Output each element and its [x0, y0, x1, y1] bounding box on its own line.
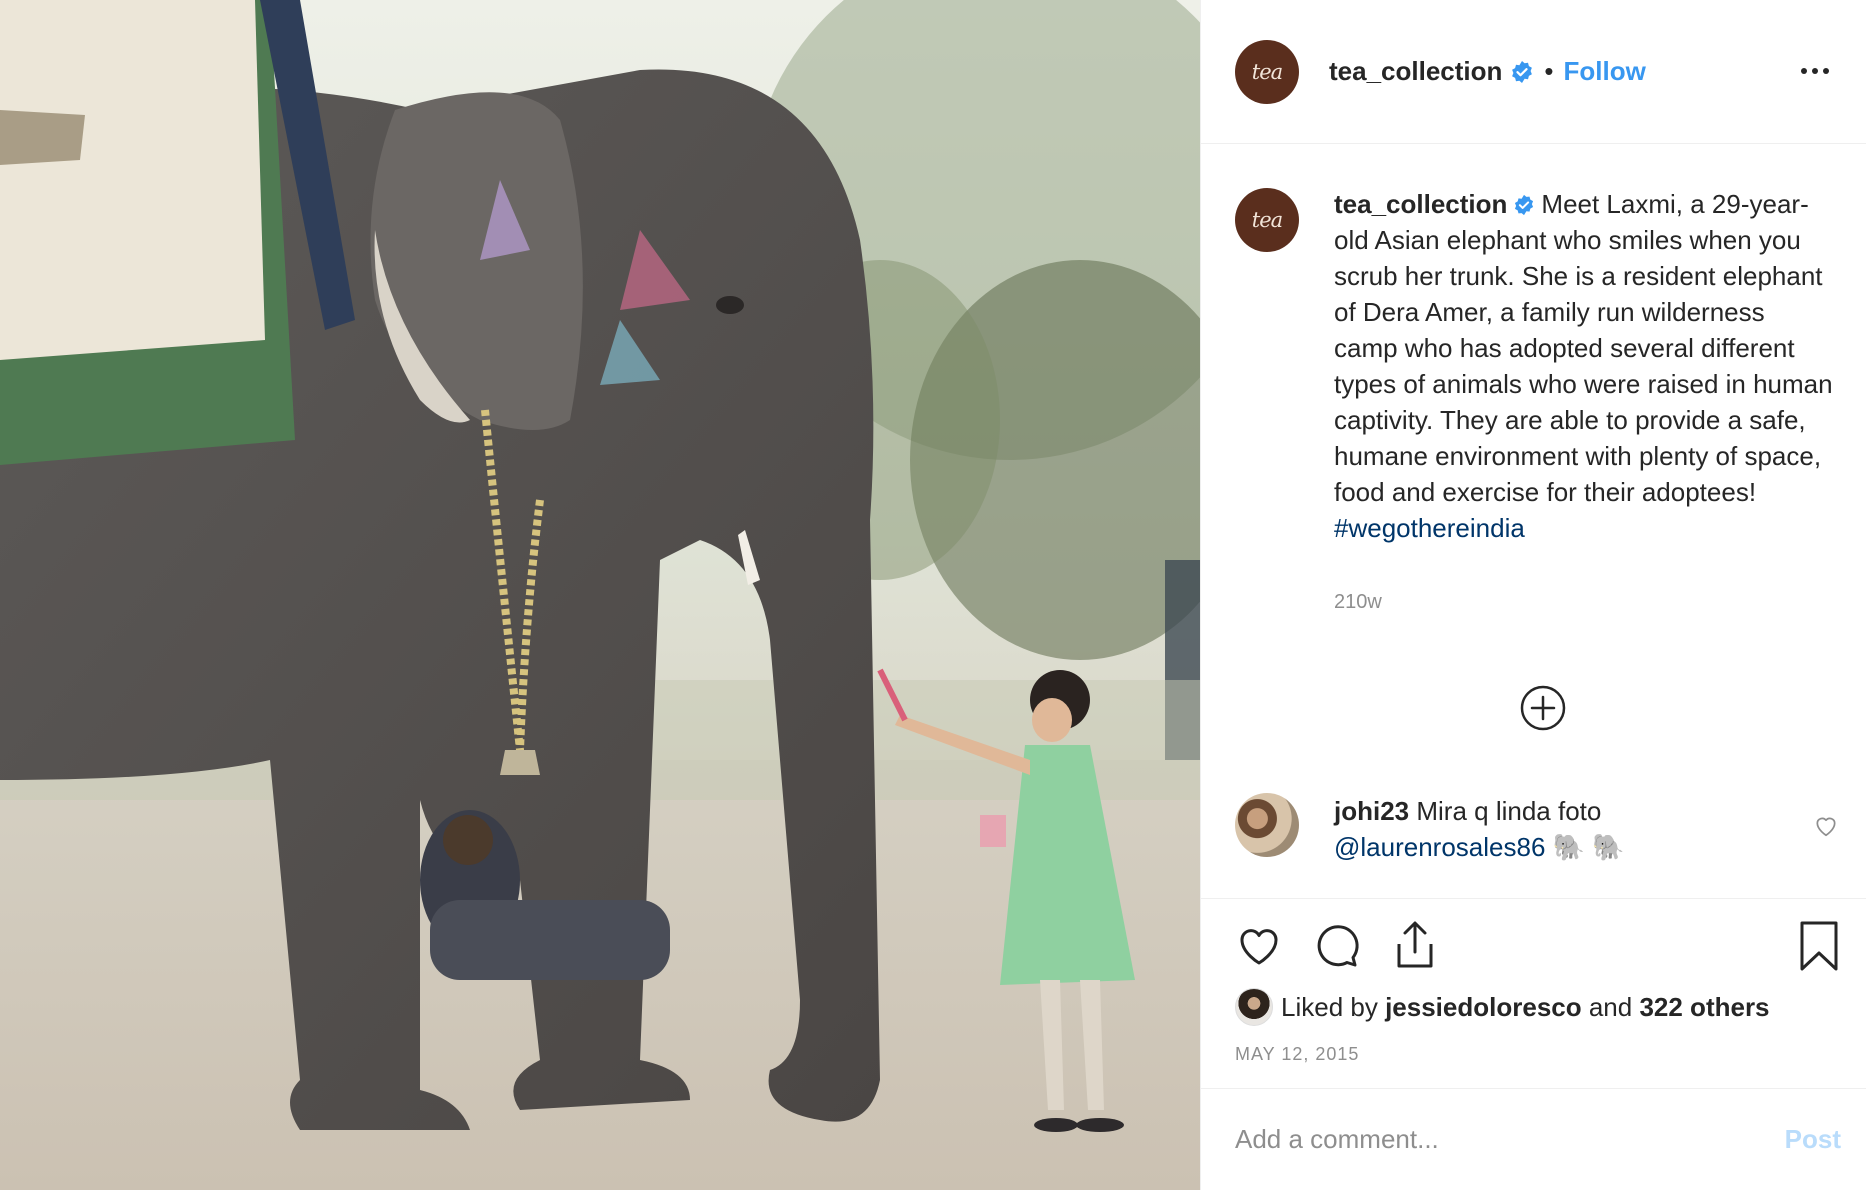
caption-avatar[interactable]: tea — [1235, 188, 1299, 252]
likes-liker[interactable]: jessiedoloresco — [1385, 992, 1582, 1023]
comment-mention[interactable]: @laurenrosales86 — [1334, 832, 1545, 862]
comment-emoji: 🐘 🐘 — [1545, 832, 1625, 862]
comment-input[interactable] — [1235, 1124, 1785, 1155]
comment-icon[interactable] — [1313, 922, 1361, 970]
comment-item: johi23 Mira q linda foto @laurenrosales8… — [1235, 793, 1855, 865]
post-header: tea tea_collection • Follow — [1201, 0, 1866, 144]
comment-username[interactable]: johi23 — [1334, 796, 1409, 826]
account-avatar[interactable]: tea — [1235, 39, 1299, 104]
likes-prefix: Liked by — [1281, 991, 1386, 1022]
post-date[interactable]: MAY 12, 2015 — [1235, 1044, 1359, 1065]
heart-icon[interactable] — [1235, 922, 1283, 970]
post-photo[interactable] — [0, 0, 1200, 1190]
more-options-icon[interactable] — [1801, 56, 1837, 86]
verified-badge-icon — [1512, 60, 1533, 83]
share-icon[interactable] — [1391, 918, 1439, 970]
likes-others[interactable]: 322 others — [1639, 992, 1769, 1023]
liker-avatar — [1235, 988, 1273, 1026]
likes-middle: and — [1581, 991, 1640, 1022]
caption-avatar-text: tea — [1251, 208, 1283, 232]
caption-username[interactable]: tea_collection — [1334, 189, 1507, 219]
commenter-avatar[interactable] — [1235, 793, 1299, 857]
post-caption: tea tea_collection Meet Laxmi, a 29-year… — [1235, 186, 1845, 620]
caption-hashtag[interactable]: #wegothereindia — [1334, 513, 1525, 543]
likes-summary[interactable]: Liked by jessiedoloresco and 322 others — [1235, 988, 1770, 1026]
post-comment-button[interactable]: Post — [1785, 1124, 1841, 1155]
bookmark-icon[interactable] — [1797, 920, 1841, 972]
load-more-comments-icon[interactable] — [1519, 684, 1567, 732]
actions-divider — [1201, 898, 1866, 899]
caption-body: tea_collection Meet Laxmi, a 29-year-old… — [1334, 186, 1834, 620]
comment-body: johi23 Mira q linda foto @laurenrosales8… — [1334, 793, 1804, 865]
comment-text: Mira q linda foto — [1416, 796, 1602, 826]
account-username[interactable]: tea_collection — [1329, 56, 1502, 87]
follow-button[interactable]: Follow — [1564, 56, 1646, 87]
caption-time-ago[interactable]: 210w — [1334, 584, 1834, 620]
post-details-panel: tea tea_collection • Follow tea tea_coll… — [1200, 0, 1866, 1190]
instagram-post: tea tea_collection • Follow tea tea_coll… — [0, 0, 1866, 1190]
caption-text: Meet Laxmi, a 29-year-old Asian elephant… — [1334, 189, 1833, 507]
account-avatar-text: tea — [1251, 59, 1283, 84]
add-comment-bar: Post — [1201, 1088, 1866, 1190]
elephant-photo-illustration — [0, 0, 1200, 1190]
comment-like-heart-icon[interactable] — [1813, 813, 1839, 839]
verified-badge-icon — [1515, 194, 1534, 216]
header-separator: • — [1544, 56, 1554, 86]
